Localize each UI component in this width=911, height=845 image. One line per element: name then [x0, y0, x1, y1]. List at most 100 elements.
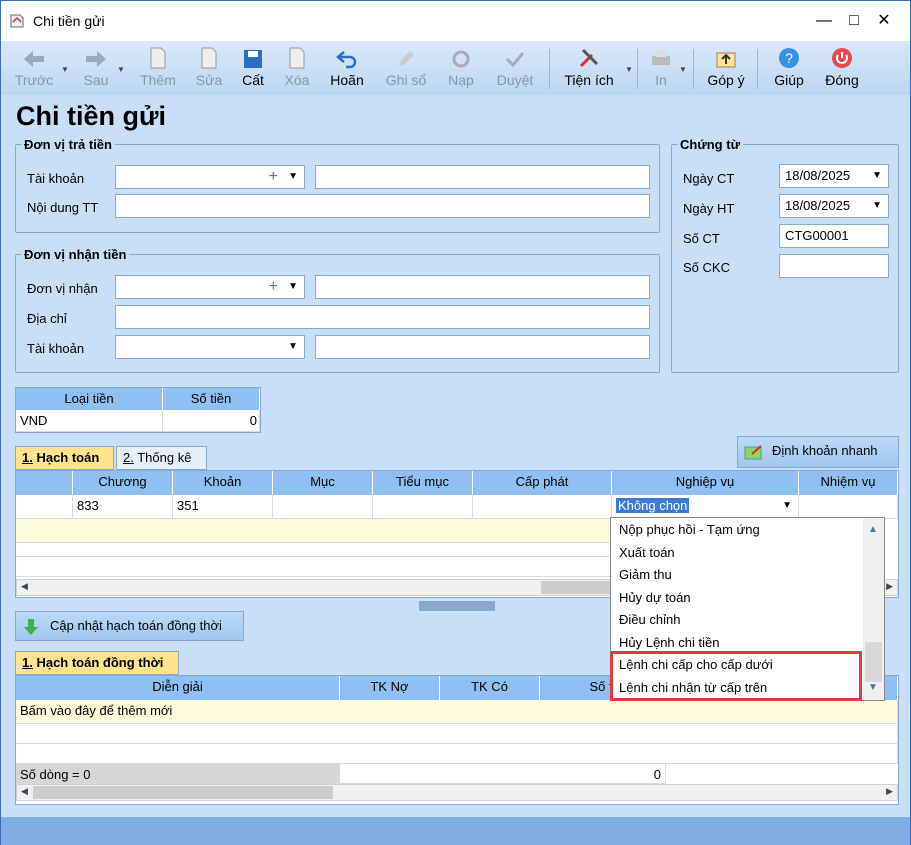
quick-entry-icon [744, 445, 762, 460]
ckc-number-field[interactable] [779, 254, 889, 278]
chevron-down-icon[interactable]: ▼ [117, 65, 125, 74]
window: Chi tiền gửi — □ ✕ Trước ▼ Sau ▼ Thêm Sử… [0, 0, 911, 845]
payee-address-label: Địa chỉ [27, 311, 67, 326]
chevron-down-icon[interactable]: ▼ [288, 336, 298, 358]
column-header: Khoản [173, 471, 273, 495]
currency-cell[interactable]: VND [16, 410, 163, 432]
table-cell[interactable] [373, 495, 473, 519]
chevron-down-icon[interactable]: ▼ [625, 65, 633, 74]
payee-account-combo[interactable]: ▼ [115, 335, 305, 359]
payer-account-label: Tài khoản [27, 171, 85, 186]
payee-address-field[interactable] [115, 305, 650, 329]
payer-account-combo[interactable]: + ▼ [115, 165, 305, 189]
scroll-left-icon[interactable]: ◀ [21, 786, 28, 797]
table-row [16, 557, 612, 577]
chevron-down-icon[interactable]: ▼ [61, 65, 69, 74]
scroll-down-icon[interactable]: ▼ [868, 682, 878, 693]
payment-content-field[interactable] [115, 194, 650, 218]
payee-unit-combo[interactable]: + ▼ [115, 275, 305, 299]
table-cell[interactable] [16, 495, 73, 519]
toolbar-separator [757, 49, 758, 89]
pencil-icon [399, 51, 414, 66]
posting-date-picker[interactable]: 18/08/2025 ▼ [779, 194, 889, 218]
column-header: Loại tiền [16, 388, 163, 410]
dropdown-item[interactable]: Xuất toán [619, 545, 675, 560]
toolbar-save-button[interactable]: Cất [235, 43, 271, 93]
page-title: Chi tiền gửi [16, 101, 167, 131]
app-icon [10, 14, 24, 28]
scrollbar-thumb[interactable] [865, 642, 882, 682]
chevron-down-icon[interactable]: ▼ [288, 166, 298, 188]
tab-statistics[interactable]: 2. Thống kê [116, 446, 207, 470]
minimize-button[interactable]: — [809, 9, 839, 33]
chevron-down-icon[interactable]: ▼ [679, 65, 687, 74]
table-cell[interactable] [799, 495, 898, 519]
add-row[interactable] [16, 519, 612, 543]
dropdown-item[interactable]: Nộp phục hồi - Tạm ứng [619, 522, 760, 537]
toolbar-load-button[interactable]: Nạp [441, 43, 481, 93]
payee-account-name-field[interactable] [315, 335, 650, 359]
chevron-down-icon[interactable]: ▼ [782, 495, 792, 517]
voucher-legend: Chứng từ [680, 137, 740, 152]
voucher-number-field[interactable]: CTG00001 [779, 224, 889, 248]
amount-cell[interactable]: 0 [163, 410, 260, 432]
dropdown-item[interactable]: Điều chỉnh [619, 612, 680, 627]
payee-unit-name-field[interactable] [315, 275, 650, 299]
horizontal-scrollbar[interactable]: ◀ ▶ [16, 784, 898, 801]
voucher-number-label: Số CT [683, 231, 720, 246]
payer-content-label: Nội dung TT [27, 200, 99, 215]
vertical-scrollbar[interactable]: ▲ ▼ [863, 518, 884, 700]
table-cell[interactable] [273, 495, 373, 519]
column-header: Chương [73, 471, 173, 495]
toolbar-separator [693, 49, 694, 89]
toolbar-close-button[interactable]: Đóng [819, 43, 865, 93]
close-window-button[interactable]: ✕ [869, 9, 899, 33]
toolbar-postpone-button[interactable]: Hoãn [325, 43, 369, 93]
toolbar: Trước ▼ Sau ▼ Thêm Sửa Cất Xóa Hoãn Ghi … [1, 41, 910, 95]
dropdown-item[interactable]: Hủy Lệnh chi tiền [619, 635, 719, 650]
operation-combo[interactable]: Không chọn ▼ [612, 495, 799, 519]
tab-accounting[interactable]: 1. Hạch toán [15, 446, 114, 470]
chevron-down-icon[interactable]: ▼ [872, 165, 882, 187]
update-accounting-button[interactable]: Cập nhật hạch toán đồng thời [15, 611, 244, 641]
add-icon[interactable]: + [269, 166, 278, 188]
chevron-down-icon[interactable]: ▼ [872, 195, 882, 217]
toolbar-help-button[interactable]: ? Giúp [769, 43, 809, 93]
arrow-left-icon [24, 51, 44, 67]
item-cell[interactable]: 351 [173, 495, 273, 519]
column-header: Số tiền [163, 388, 260, 410]
chapter-cell[interactable]: 833 [73, 495, 173, 519]
tab-concurrent-accounting[interactable]: 1. Hạch toán đồng thời [15, 651, 179, 675]
quick-entry-button[interactable]: Định khoản nhanh [737, 436, 899, 468]
column-header: Nhiệm vụ [799, 471, 898, 495]
scrollbar-thumb[interactable] [541, 581, 611, 594]
scroll-right-icon[interactable]: ▶ [886, 786, 893, 797]
column-header: Mục [273, 471, 373, 495]
toolbar-record-button[interactable]: Ghi sổ [381, 43, 431, 93]
dropdown-item[interactable]: Giảm thu [619, 567, 672, 582]
table-cell[interactable] [473, 495, 612, 519]
scroll-left-icon[interactable]: ◀ [21, 581, 28, 592]
toolbar-delete-button[interactable]: Xóa [277, 43, 317, 93]
dropdown-item[interactable]: Hủy dự toán [619, 590, 691, 605]
chevron-down-icon[interactable]: ▼ [288, 276, 298, 298]
toolbar-approve-button[interactable]: Duyệt [491, 43, 539, 93]
toolbar-add-button[interactable]: Thêm [135, 43, 181, 93]
toolbar-feedback-button[interactable]: Góp ý [703, 43, 749, 93]
title-bar: Chi tiền gửi — □ ✕ [1, 1, 910, 41]
maximize-button[interactable]: □ [839, 9, 869, 33]
scrollbar-thumb[interactable] [33, 786, 333, 799]
toolbar-utilities-button[interactable]: Tiện ích [559, 43, 619, 93]
splitter-handle[interactable] [419, 601, 495, 611]
scroll-up-icon[interactable]: ▲ [868, 524, 878, 535]
toolbar-print-button[interactable]: In [647, 43, 675, 93]
scroll-right-icon[interactable]: ▶ [886, 581, 893, 592]
currency-table: Loại tiền Số tiền VND 0 [15, 387, 261, 433]
toolbar-edit-button[interactable]: Sửa [189, 43, 229, 93]
add-new-row[interactable]: Bấm vào đây để thêm mới [16, 700, 898, 724]
payer-account-name-field[interactable] [315, 165, 650, 189]
toolbar-prev-button[interactable]: Trước [9, 43, 59, 93]
add-icon[interactable]: + [269, 276, 278, 298]
voucher-date-picker[interactable]: 18/08/2025 ▼ [779, 164, 889, 188]
toolbar-next-button[interactable]: Sau [73, 43, 119, 93]
